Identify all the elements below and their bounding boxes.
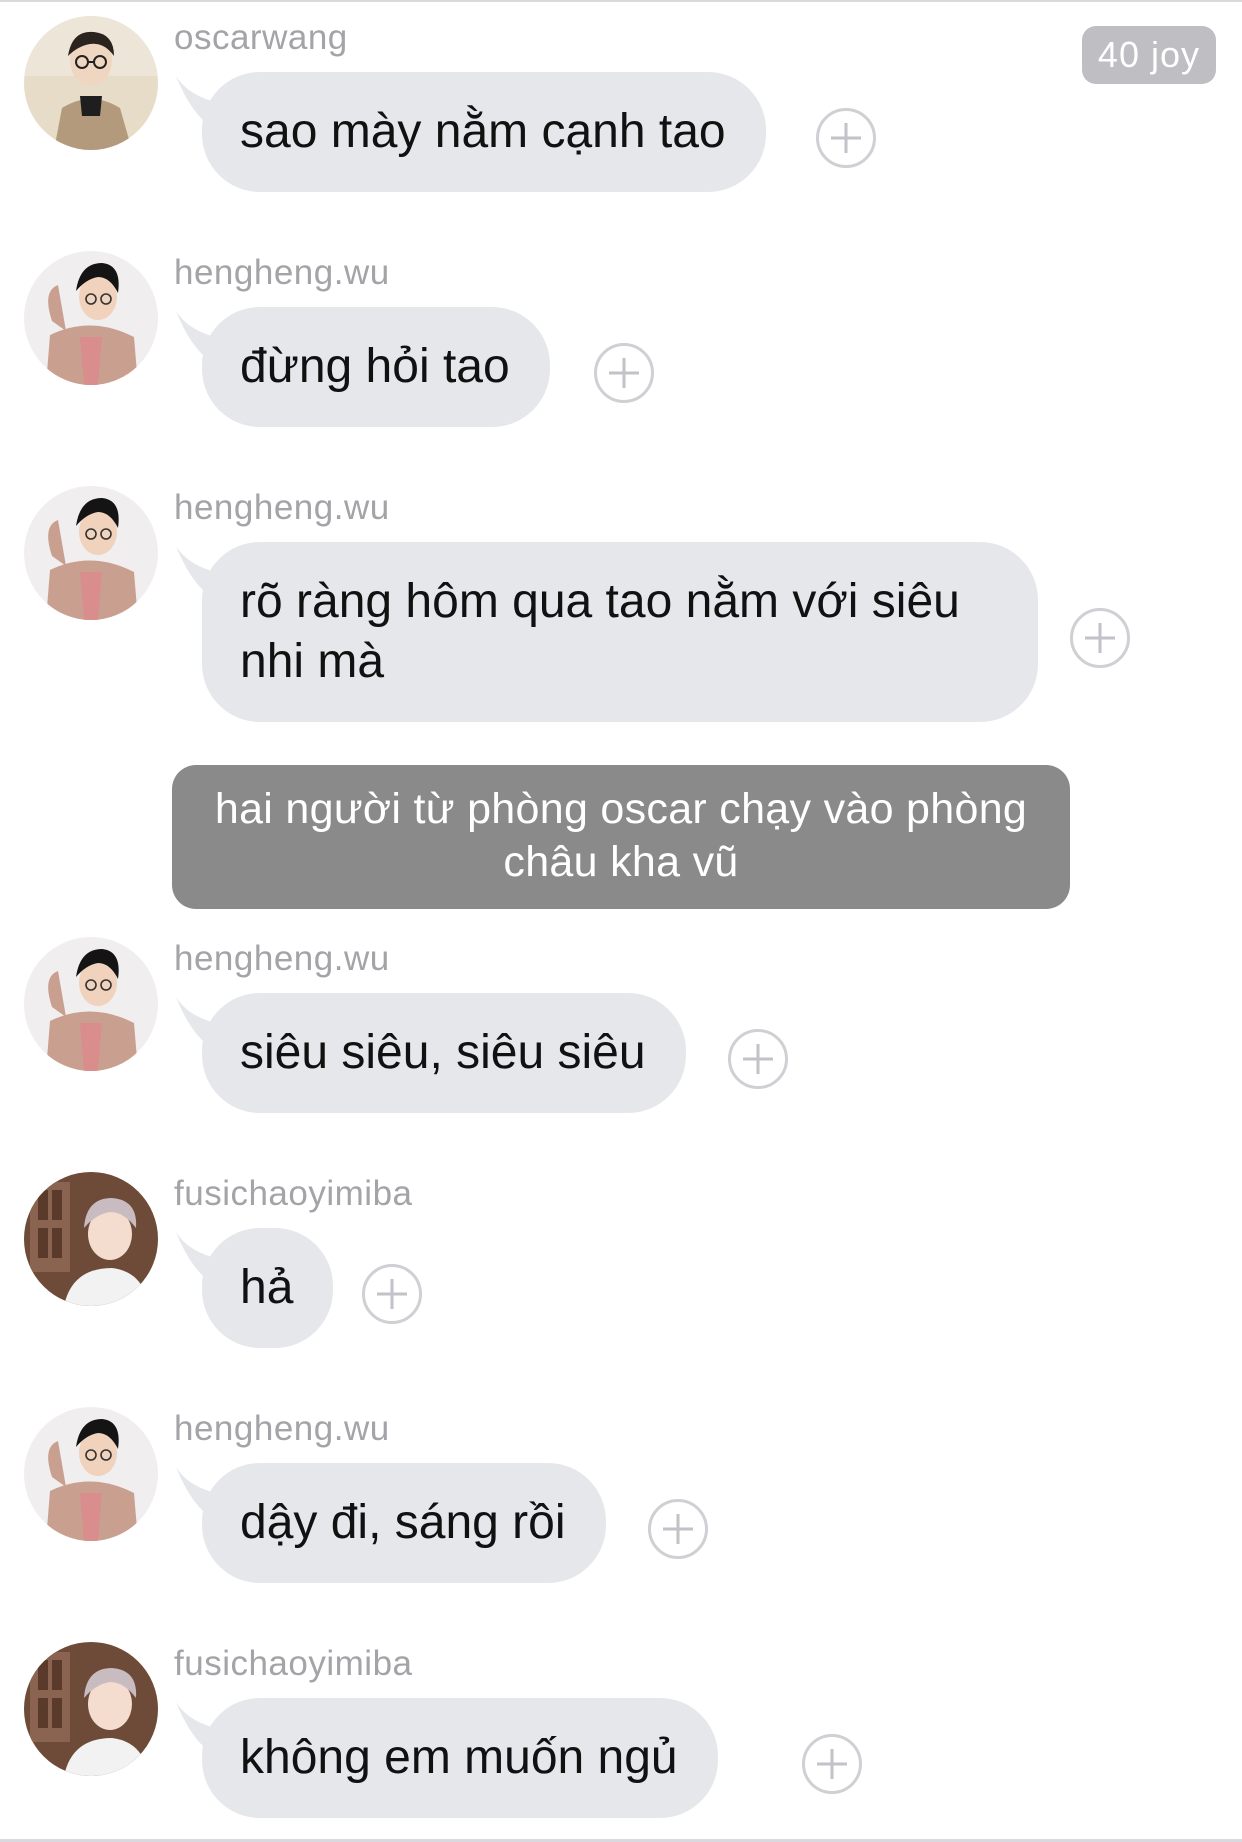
message-text: rõ ràng hôm qua tao nằm với siêu nhi mà <box>240 575 960 688</box>
username: hengheng.wu <box>174 939 390 978</box>
plus-circle-icon[interactable] <box>816 108 876 168</box>
avatar[interactable] <box>24 1407 158 1541</box>
avatar[interactable] <box>24 1642 158 1776</box>
plus-circle-icon[interactable] <box>594 343 654 403</box>
username: hengheng.wu <box>174 253 390 292</box>
joy-badge[interactable]: 40 joy <box>1081 26 1216 84</box>
message-bubble: rõ ràng hôm qua tao nằm với siêu nhi mà <box>202 542 1038 722</box>
message-text: siêu siêu, siêu siêu <box>240 1026 646 1079</box>
top-divider <box>0 0 1242 2</box>
message-bubble: sao mày nằm cạnh tao <box>202 72 766 192</box>
message-text: không em muốn ngủ <box>240 1731 678 1784</box>
message-bubble: hả <box>202 1228 334 1348</box>
avatar[interactable] <box>24 486 158 620</box>
username: oscarwang <box>174 18 348 57</box>
plus-circle-icon[interactable] <box>802 1734 862 1794</box>
narration-banner: hai người từ phòng oscar chạy vào phòng … <box>172 765 1070 909</box>
message-text: dậy đi, sáng rồi <box>240 1496 566 1549</box>
message-text: đừng hỏi tao <box>240 340 510 393</box>
message-bubble: đừng hỏi tao <box>202 307 550 427</box>
message-bubble: siêu siêu, siêu siêu <box>202 993 686 1113</box>
username: hengheng.wu <box>174 1409 390 1448</box>
avatar[interactable] <box>24 251 158 385</box>
plus-circle-icon[interactable] <box>648 1499 708 1559</box>
message-text: hả <box>240 1261 294 1314</box>
username: hengheng.wu <box>174 488 390 527</box>
plus-circle-icon[interactable] <box>728 1029 788 1089</box>
avatar[interactable] <box>24 16 158 150</box>
avatar[interactable] <box>24 937 158 1071</box>
narration-text: hai người từ phòng oscar chạy vào phòng … <box>214 785 1028 886</box>
message-bubble: dậy đi, sáng rồi <box>202 1463 606 1583</box>
avatar[interactable] <box>24 1172 158 1306</box>
plus-circle-icon[interactable] <box>1070 608 1130 668</box>
message-text: sao mày nằm cạnh tao <box>240 105 726 158</box>
username: fusichaoyimiba <box>174 1644 413 1683</box>
username: fusichaoyimiba <box>174 1174 413 1213</box>
message-bubble: không em muốn ngủ <box>202 1698 718 1818</box>
plus-circle-icon[interactable] <box>362 1264 422 1324</box>
